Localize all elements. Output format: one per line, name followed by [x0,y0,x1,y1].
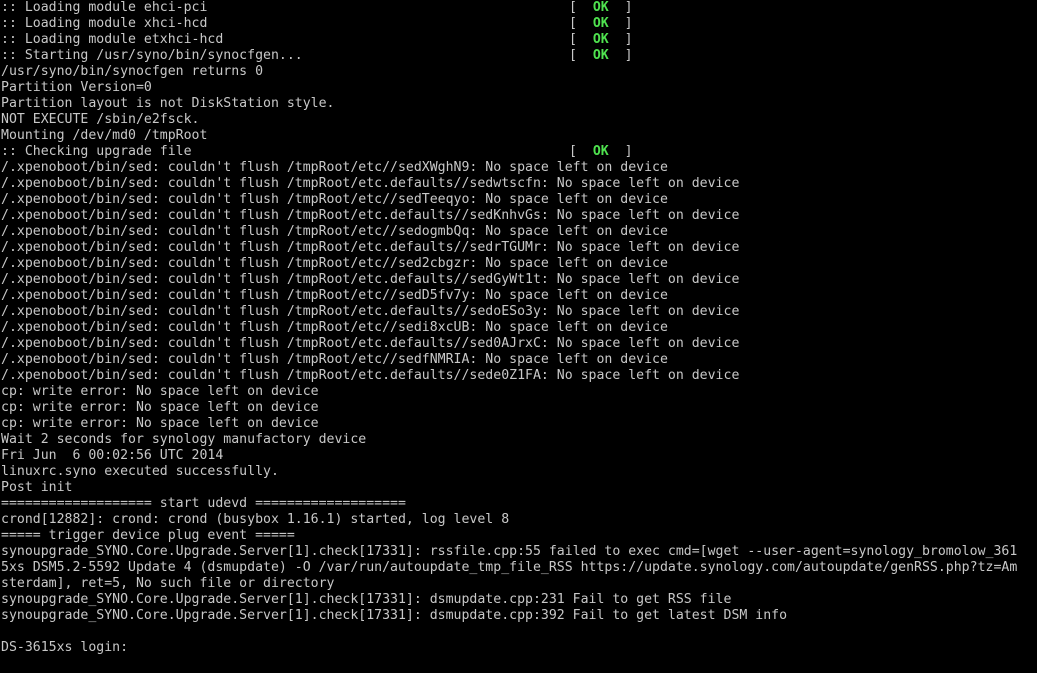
console-line: :: Checking upgrade file [1,144,192,159]
status-close-bracket: ] [624,32,633,47]
status-close-bracket: ] [624,16,633,31]
console-line: :: Loading module xhci-hcd [1,16,208,31]
console-line: /.xpenoboot/bin/sed: couldn't flush /tmp… [1,160,668,175]
ok-status: [ OK ] [569,144,633,160]
console-line: cp: write error: No space left on device [1,416,319,431]
console-line: /.xpenoboot/bin/sed: couldn't flush /tmp… [1,208,740,223]
status-open-bracket: [ [569,144,577,159]
console-line: /.xpenoboot/bin/sed: couldn't flush /tmp… [1,256,668,271]
status-open-bracket: [ [569,32,577,47]
console-line: :: Starting /usr/syno/bin/synocfgen... [1,48,303,63]
status-ok-label: OK [592,0,609,15]
console-line: Post init [1,480,73,495]
console-line: /.xpenoboot/bin/sed: couldn't flush /tmp… [1,352,668,367]
ok-status: [ OK ] [569,32,633,48]
console-line: /.xpenoboot/bin/sed: couldn't flush /tmp… [1,224,668,239]
console-line: /.xpenoboot/bin/sed: couldn't flush /tmp… [1,304,740,319]
status-open-bracket: [ [569,0,577,15]
console-line: Wait 2 seconds for synology manufactory … [1,432,367,447]
console-line: sterdam], ret=5, No such file or directo… [1,576,335,591]
console-line: NOT EXECUTE /sbin/e2fsck. [1,112,200,127]
console-line: Partition layout is not DiskStation styl… [1,96,335,111]
console-line: crond[12882]: crond: crond (busybox 1.16… [1,512,510,527]
console-line: synoupgrade_SYNO.Core.Upgrade.Server[1].… [1,544,1018,559]
status-open-bracket: [ [569,16,577,31]
status-close-bracket: ] [624,144,633,159]
console-line: /.xpenoboot/bin/sed: couldn't flush /tmp… [1,320,668,335]
console-line: /.xpenoboot/bin/sed: couldn't flush /tmp… [1,288,668,303]
console-line: :: Loading module ehci-pci [1,0,208,15]
status-close-bracket: ] [624,48,633,63]
console-line: synoupgrade_SYNO.Core.Upgrade.Server[1].… [1,608,788,623]
login-prompt[interactable]: DS-3615xs login: [1,640,136,656]
console-line: ===== trigger device plug event ===== [1,528,295,543]
console-line: Fri Jun 6 00:02:56 UTC 2014 [1,448,224,463]
console-line: /.xpenoboot/bin/sed: couldn't flush /tmp… [1,192,668,207]
status-close-bracket: ] [624,0,633,15]
console-line: Partition Version=0 [1,80,152,95]
console-line: /.xpenoboot/bin/sed: couldn't flush /tmp… [1,176,740,191]
console-line: /.xpenoboot/bin/sed: couldn't flush /tmp… [1,272,740,287]
console-line: :: Loading module etxhci-hcd [1,32,224,47]
status-ok-label: OK [592,144,609,159]
ok-status: [ OK ] [569,48,633,64]
console-line: /.xpenoboot/bin/sed: couldn't flush /tmp… [1,336,740,351]
console-line: =================== start udevd ========… [1,496,406,511]
terminal-console[interactable]: :: Loading module ehci-pci[ OK ]:: Loadi… [0,0,1037,673]
ok-status: [ OK ] [569,16,633,32]
console-line: /.xpenoboot/bin/sed: couldn't flush /tmp… [1,368,740,383]
console-line: /usr/syno/bin/synocfgen returns 0 [1,64,264,79]
console-line: 5xs DSM5.2-5592 Update 4 (dsmupdate) -O … [1,560,1018,575]
ok-status: [ OK ] [569,0,633,16]
console-line: cp: write error: No space left on device [1,400,319,415]
status-ok-label: OK [592,48,609,63]
status-ok-label: OK [592,32,609,47]
status-ok-label: OK [592,16,609,31]
console-line: /.xpenoboot/bin/sed: couldn't flush /tmp… [1,240,740,255]
console-line: synoupgrade_SYNO.Core.Upgrade.Server[1].… [1,592,732,607]
console-line: cp: write error: No space left on device [1,384,319,399]
console-line: Mounting /dev/md0 /tmpRoot [1,128,208,143]
status-open-bracket: [ [569,48,577,63]
console-line: linuxrc.syno executed successfully. [1,464,279,479]
